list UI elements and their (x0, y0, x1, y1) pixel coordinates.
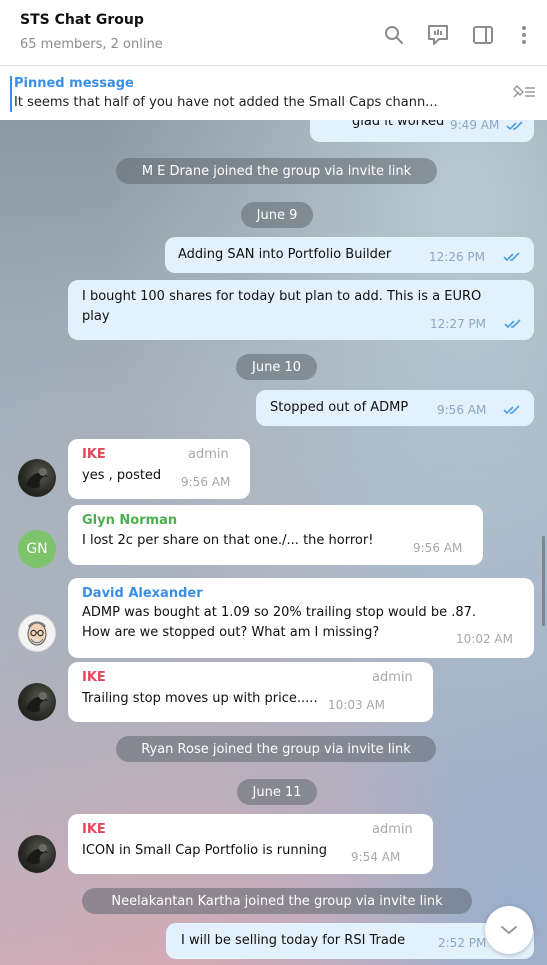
message-time: 10:03 AM (328, 698, 385, 712)
message-time: 2:52 PM (438, 936, 487, 950)
message-time: 12:27 PM (430, 317, 486, 331)
message-bubble-outgoing[interactable]: glad it worked 9:49 AM (310, 120, 534, 142)
avatar-david-alexander[interactable] (18, 614, 56, 652)
message-time: 9:49 AM (450, 120, 500, 132)
message-time: 9:56 AM (413, 541, 463, 555)
message-text: ICON in Small Cap Portfolio is running (82, 843, 327, 858)
message-text: glad it worked (352, 120, 445, 129)
avatar-initials: GN (26, 541, 48, 557)
date-separator: June 10 (236, 354, 317, 380)
message-bubble-incoming[interactable]: Glyn Norman I lost 2c per share on that … (68, 505, 483, 565)
double-check-icon (503, 252, 520, 262)
message-text: Stopped out of ADMP (270, 400, 409, 415)
chat-title[interactable]: STS Chat Group (20, 12, 144, 28)
sender-name[interactable]: IKE (82, 447, 106, 462)
discussion-icon[interactable] (425, 22, 451, 48)
more-vertical-icon[interactable] (511, 22, 537, 48)
sender-name[interactable]: David Alexander (82, 586, 203, 601)
double-check-icon (506, 121, 523, 131)
service-message: Ryan Rose joined the group via invite li… (116, 736, 436, 762)
pinned-accent-bar (10, 76, 12, 112)
message-bubble-outgoing[interactable]: Stopped out of ADMP 9:56 AM (256, 390, 534, 426)
date-separator: June 9 (241, 202, 313, 228)
pinned-text: It seems that half of you have not added… (14, 95, 438, 110)
chat-history[interactable]: glad it worked 9:49 AM M E Drane joined … (0, 120, 547, 965)
sender-name[interactable]: IKE (82, 822, 106, 837)
scrollbar-thumb[interactable] (542, 536, 545, 626)
service-message: Neelakantan Kartha joined the group via … (82, 888, 472, 914)
message-text-line2: play (82, 309, 110, 324)
double-check-icon (504, 319, 521, 329)
message-bubble-incoming[interactable]: IKE admin yes , posted 9:56 AM (68, 439, 250, 499)
message-time: 9:56 AM (181, 475, 231, 489)
message-text-line2: How are we stopped out? What am I missin… (82, 625, 380, 640)
message-time: 9:56 AM (437, 403, 487, 417)
chevron-down-icon (501, 926, 517, 934)
message-time: 10:02 AM (456, 632, 513, 646)
sender-role: admin (372, 822, 413, 837)
message-text: I lost 2c per share on that one./... the… (82, 533, 374, 548)
message-time: 9:54 AM (351, 850, 401, 864)
avatar-ike[interactable] (18, 459, 56, 497)
pin-list-icon[interactable] (511, 82, 535, 102)
avatar-glyn-norman[interactable]: GN (18, 530, 56, 568)
sender-name[interactable]: IKE (82, 670, 106, 685)
message-text: Trailing stop moves up with price..... (82, 691, 318, 706)
pinned-label: Pinned message (14, 76, 134, 91)
sender-role: admin (372, 670, 413, 685)
service-message: M E Drane joined the group via invite li… (116, 158, 437, 184)
message-bubble-incoming[interactable]: IKE admin Trailing stop moves up with pr… (68, 662, 433, 722)
message-bubble-outgoing[interactable]: I bought 100 shares for today but plan t… (68, 280, 534, 340)
message-text: I will be selling today for RSI Trade (181, 933, 406, 948)
message-text: yes , posted (82, 468, 162, 483)
message-time: 12:26 PM (429, 250, 485, 264)
double-check-icon (503, 405, 520, 415)
search-icon[interactable] (381, 22, 407, 48)
pinned-message-bar[interactable]: Pinned message It seems that half of you… (0, 66, 547, 120)
message-text: Adding SAN into Portfolio Builder (178, 247, 392, 262)
message-text: I bought 100 shares for today but plan t… (82, 289, 482, 304)
member-count[interactable]: 65 members, 2 online (20, 37, 163, 52)
sidebar-toggle-icon[interactable] (470, 22, 496, 48)
avatar-ike[interactable] (18, 835, 56, 873)
scroll-to-bottom-button[interactable] (485, 906, 533, 954)
message-bubble-outgoing[interactable]: I will be selling today for RSI Trade 2:… (166, 923, 534, 959)
sender-name[interactable]: Glyn Norman (82, 513, 177, 528)
avatar-ike[interactable] (18, 683, 56, 721)
chat-header: STS Chat Group 65 members, 2 online (0, 0, 547, 66)
message-bubble-incoming[interactable]: IKE admin ICON in Small Cap Portfolio is… (68, 814, 433, 874)
message-bubble-incoming[interactable]: David Alexander ADMP was bought at 1.09 … (68, 578, 534, 658)
message-text: ADMP was bought at 1.09 so 20% trailing … (82, 605, 477, 620)
date-separator: June 11 (237, 779, 317, 805)
sender-role: admin (188, 447, 229, 462)
message-bubble-outgoing[interactable]: Adding SAN into Portfolio Builder 12:26 … (165, 237, 534, 273)
